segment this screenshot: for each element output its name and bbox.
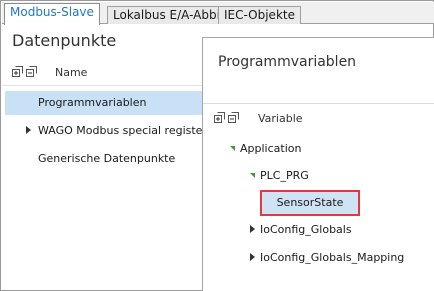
- collapse-all-icon[interactable]: [26, 66, 37, 77]
- list-item-programmvariablen[interactable]: Programmvariablen: [5, 91, 202, 115]
- expand-all-icon[interactable]: [12, 66, 23, 77]
- tree-node-label: Application: [240, 142, 302, 155]
- list-item-generische-datenpunkte[interactable]: Generische Datenpunkte: [5, 147, 202, 171]
- right-tree-toolbar: [214, 112, 239, 123]
- expand-arrow-icon[interactable]: [26, 126, 31, 134]
- tree-node-application[interactable]: Application: [230, 142, 301, 155]
- right-header-divider: [203, 103, 434, 104]
- tree-node-ioconfig-globals-mapping[interactable]: IoConfig_Globals_Mapping: [250, 251, 404, 264]
- collapse-all-icon[interactable]: [228, 112, 239, 123]
- expand-all-icon[interactable]: [214, 112, 225, 123]
- expand-arrow-icon[interactable]: [250, 225, 255, 233]
- programmvariablen-panel: Programmvariablen Variable Application P…: [202, 37, 434, 291]
- tab-strip: Modbus-Slave Lokalbus E/A-Abbild IEC-Obj…: [2, 2, 434, 25]
- tree-node-ioconfig-globals[interactable]: IoConfig_Globals: [250, 223, 352, 236]
- tree-node-sensorstate[interactable]: SensorState: [260, 190, 360, 216]
- expand-arrow-icon[interactable]: [250, 253, 255, 261]
- left-tree-toolbar: [12, 66, 37, 77]
- datenpunkte-title: Datenpunkte: [12, 31, 117, 50]
- tree-node-label: IoConfig_Globals_Mapping: [260, 251, 405, 264]
- list-item-wago-modbus-special-register[interactable]: WAGO Modbus special register: [5, 119, 207, 143]
- tab-modbus-slave[interactable]: Modbus-Slave: [4, 3, 100, 25]
- tree-node-label: IoConfig_Globals: [260, 223, 352, 236]
- tree-node-plc-prg[interactable]: PLC_PRG: [250, 169, 309, 182]
- programmvariablen-title: Programmvariablen: [218, 54, 357, 70]
- tab-iec-objekte[interactable]: IEC-Objekte: [218, 6, 301, 24]
- modbus-config-window: Modbus-Slave Lokalbus E/A-Abbild IEC-Obj…: [0, 0, 434, 291]
- list-item-label: Generische Datenpunkte: [38, 152, 176, 165]
- variable-column-header[interactable]: Variable: [258, 112, 303, 125]
- list-item-label: WAGO Modbus special register: [38, 124, 207, 137]
- left-header-divider: [2, 85, 202, 86]
- tree-node-label: PLC_PRG: [260, 169, 309, 182]
- name-column-header[interactable]: Name: [55, 66, 87, 79]
- list-item-label: Programmvariablen: [38, 96, 147, 109]
- collapse-arrow-icon[interactable]: [250, 173, 255, 178]
- collapse-arrow-icon[interactable]: [230, 146, 235, 151]
